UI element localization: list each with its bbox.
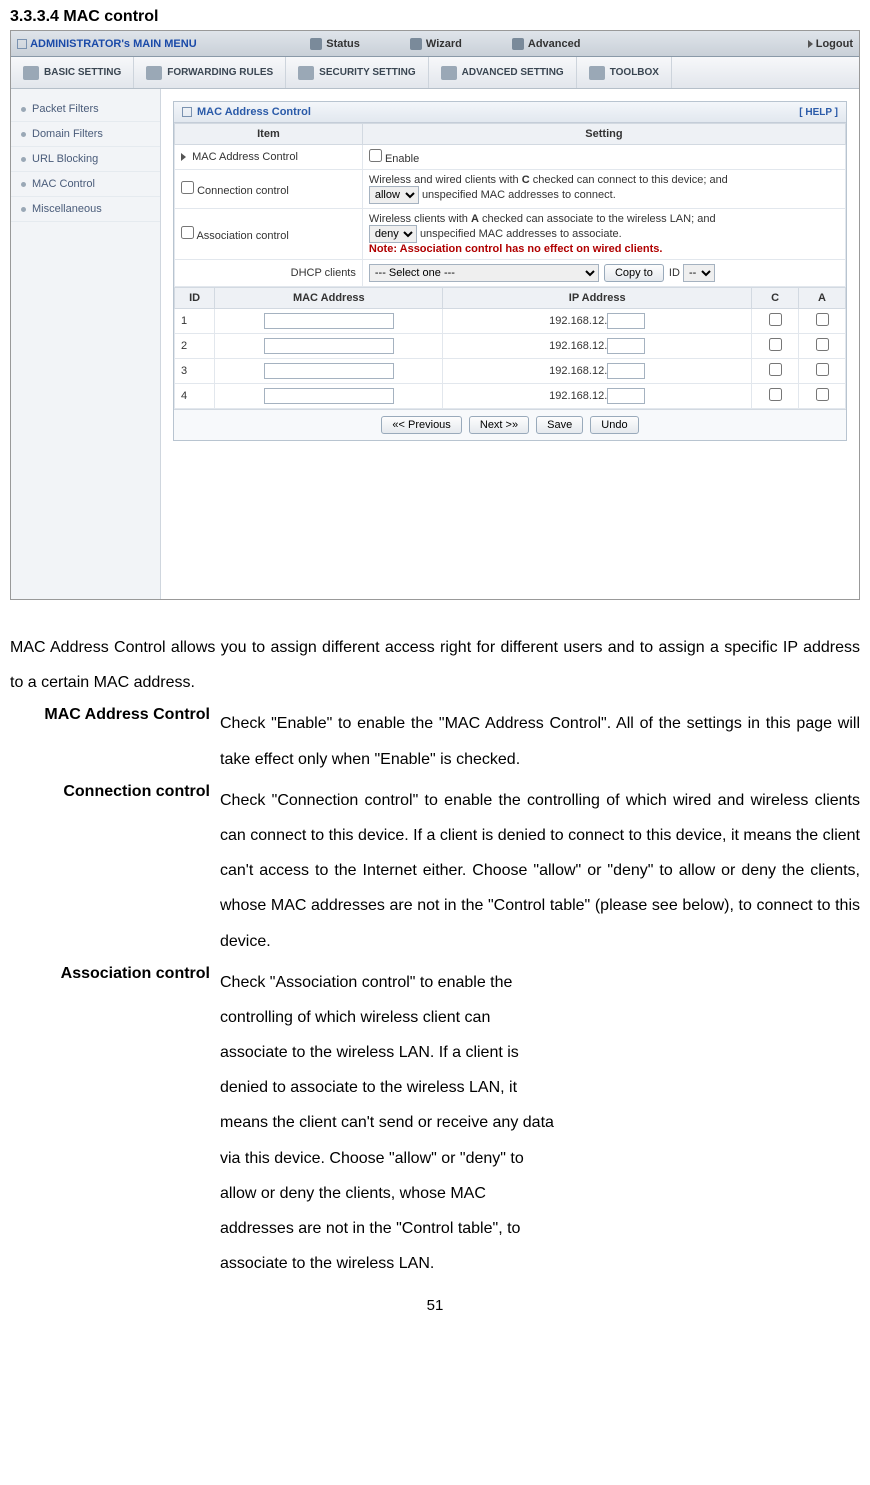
previous-button[interactable]: «< Previous [381,416,461,434]
sidebar-mac-control[interactable]: MAC Control [11,172,160,197]
intro-paragraph: MAC Address Control allows you to assign… [10,630,860,700]
top-nav: ADMINISTRATOR's MAIN MENU Status Wizard … [11,31,859,57]
def-conn-label: Connection control [10,783,220,959]
th-ip: IP Address [443,288,752,309]
sidebar-packet-filters[interactable]: Packet Filters [11,97,160,122]
save-button[interactable]: Save [536,416,583,434]
mac-enable-checkbox[interactable] [369,149,382,162]
association-control-checkbox[interactable] [181,226,194,239]
mac-input-2[interactable] [264,338,394,354]
col-setting: Setting [362,124,845,145]
ip-input-2[interactable] [607,338,645,354]
def-assoc-body: Check "Association control" to enable th… [220,965,640,1282]
settings-table: Item Setting MAC Address Control Enable … [174,123,846,287]
sidebar-url-blocking[interactable]: URL Blocking [11,147,160,172]
logout-icon [808,40,813,48]
connection-control-checkbox[interactable] [181,181,194,194]
button-row: «< Previous Next >» Save Undo [174,409,846,440]
dhcp-id-select[interactable]: -- [683,264,715,282]
def-conn-body: Check "Connection control" to enable the… [220,783,860,959]
panel-icon [182,107,192,117]
sidebar: Packet Filters Domain Filters URL Blocki… [11,89,161,599]
a-checkbox-3[interactable] [816,363,829,376]
mac-control-panel: MAC Address Control [ HELP ] Item Settin… [173,101,847,441]
tab-basic-setting[interactable]: BASIC SETTING [11,57,134,88]
table-row: 1 192.168.12. [175,309,846,334]
sidebar-miscellaneous[interactable]: Miscellaneous [11,197,160,222]
row-mac-label: MAC Address Control [192,151,298,163]
mac-input-3[interactable] [264,363,394,379]
c-checkbox-2[interactable] [769,338,782,351]
tab-advanced-setting[interactable]: ADVANCED SETTING [429,57,577,88]
content-area: MAC Address Control [ HELP ] Item Settin… [161,89,859,599]
arrow-icon [181,153,186,161]
a-checkbox-2[interactable] [816,338,829,351]
nav-status[interactable]: Status [310,38,360,50]
bullet-icon [21,207,26,212]
copy-to-button[interactable]: Copy to [604,264,664,282]
ip-input-1[interactable] [607,313,645,329]
tab-forwarding-rules[interactable]: FORWARDING RULES [134,57,286,88]
mac-input-4[interactable] [264,388,394,404]
bullet-icon [21,182,26,187]
connection-allow-select[interactable]: allow [369,186,419,204]
bullet-icon [21,157,26,162]
tab-security-setting[interactable]: SECURITY SETTING [286,57,429,88]
sidebar-domain-filters[interactable]: Domain Filters [11,122,160,147]
nav-advanced[interactable]: Advanced [512,38,581,50]
c-checkbox-1[interactable] [769,313,782,326]
nav-logout[interactable]: Logout [808,38,853,50]
ip-input-4[interactable] [607,388,645,404]
forward-icon [146,66,162,80]
th-mac: MAC Address [215,288,443,309]
advset-icon [441,66,457,80]
table-row: 3 192.168.12. [175,359,846,384]
panel-title: MAC Address Control [197,106,311,118]
mac-input-1[interactable] [264,313,394,329]
row-assoc-label: Association control [196,230,288,242]
table-row: 2 192.168.12. [175,334,846,359]
table-row: 4 192.168.12. [175,384,846,409]
c-checkbox-4[interactable] [769,388,782,401]
mac-table: ID MAC Address IP Address C A 1 192.168.… [174,287,846,409]
th-id: ID [175,288,215,309]
def-mac-body: Check "Enable" to enable the "MAC Addres… [220,706,860,776]
row-conn-label: Connection control [197,185,289,197]
th-a: A [799,288,846,309]
section-heading: 3.3.3.4 MAC control [10,8,860,26]
bullet-icon [21,107,26,112]
toolbox-icon [589,66,605,80]
row-dhcp-label: DHCP clients [175,260,363,287]
th-c: C [752,288,799,309]
help-link[interactable]: [ HELP ] [799,107,838,118]
dhcp-clients-select[interactable]: --- Select one --- [369,264,599,282]
a-checkbox-1[interactable] [816,313,829,326]
def-mac-label: MAC Address Control [10,706,220,776]
assoc-note: Note: Association control has no effect … [369,243,663,255]
next-button[interactable]: Next >» [469,416,529,434]
brand-title: ADMINISTRATOR's MAIN MENU [30,38,197,50]
status-icon [310,38,322,50]
c-checkbox-3[interactable] [769,363,782,376]
wizard-icon [410,38,422,50]
mac-enable-text: Enable [385,153,419,165]
bullet-icon [21,132,26,137]
ip-input-3[interactable] [607,363,645,379]
undo-button[interactable]: Undo [590,416,638,434]
nav-wizard[interactable]: Wizard [410,38,462,50]
page-number: 51 [10,1297,860,1314]
a-checkbox-4[interactable] [816,388,829,401]
sub-nav: BASIC SETTING FORWARDING RULES SECURITY … [11,57,859,89]
tab-toolbox[interactable]: TOOLBOX [577,57,672,88]
def-assoc-label: Association control [10,965,220,1282]
menu-icon [17,39,27,49]
advanced-icon [512,38,524,50]
association-deny-select[interactable]: deny [369,225,417,243]
basic-icon [23,66,39,80]
col-item: Item [175,124,363,145]
security-icon [298,66,314,80]
router-admin-screenshot: ADMINISTRATOR's MAIN MENU Status Wizard … [10,30,860,600]
